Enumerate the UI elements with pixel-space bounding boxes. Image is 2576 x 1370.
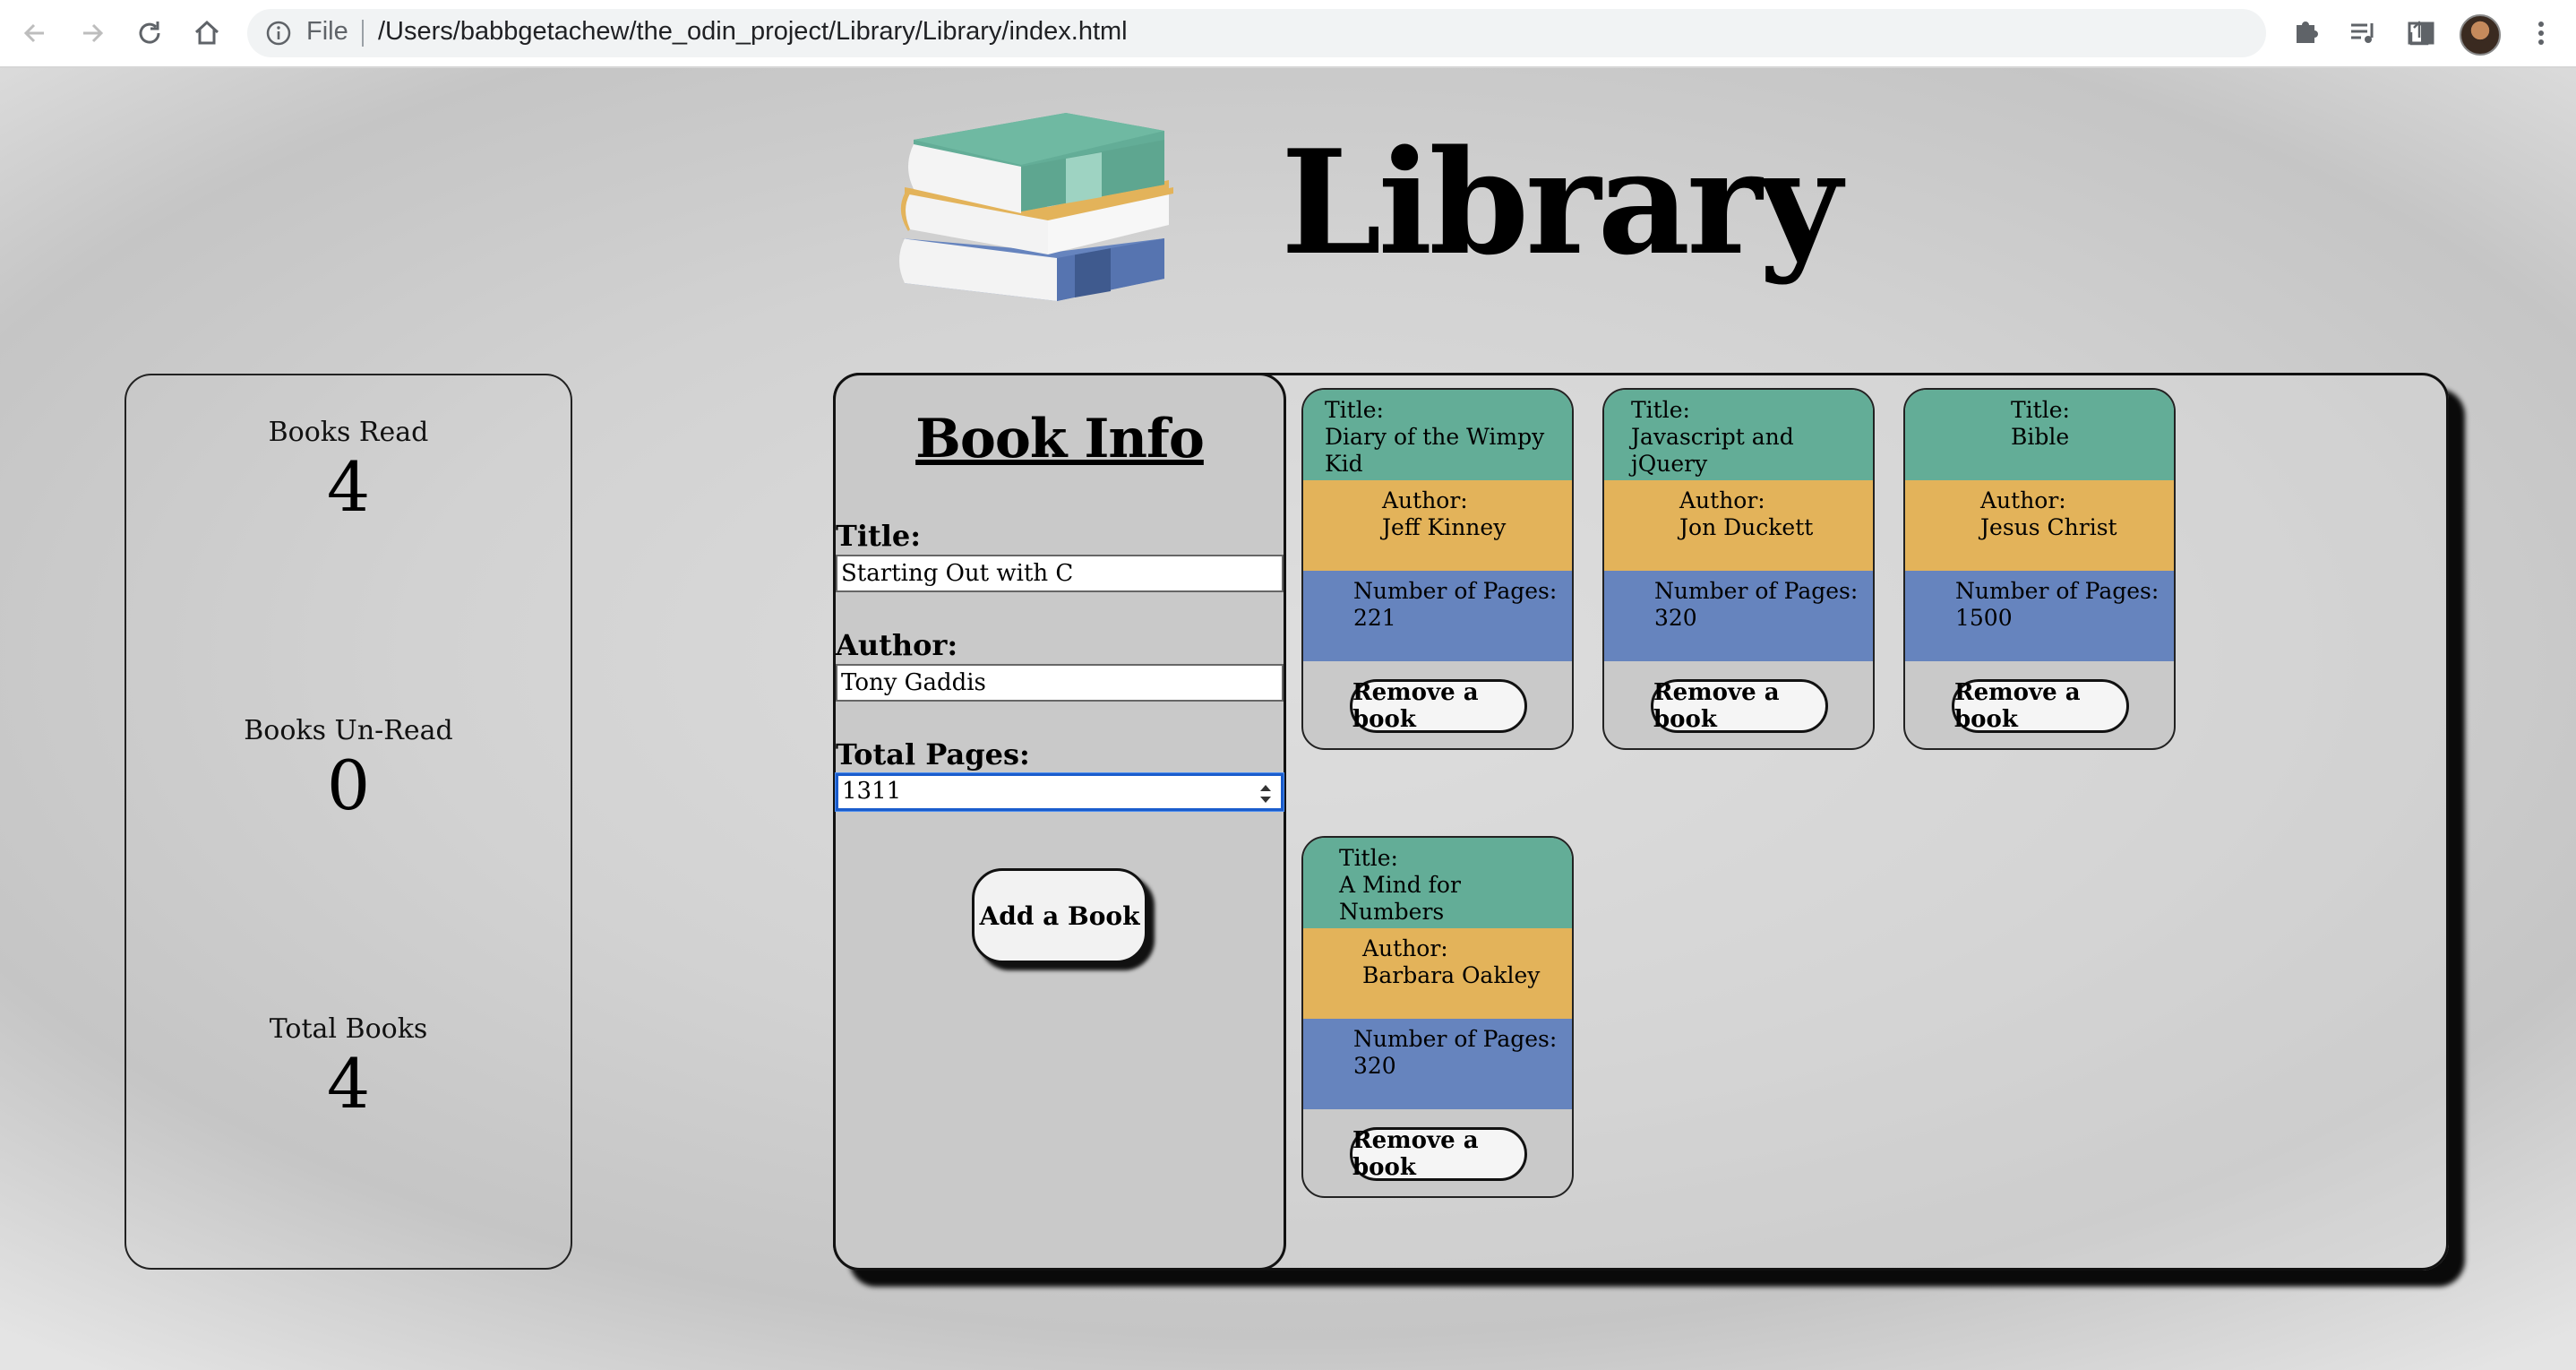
remove-book-button[interactable]: Remove a book (1350, 1127, 1527, 1181)
pages-input-value: 1311 (842, 778, 902, 805)
stat-label: Total Books (269, 1013, 428, 1045)
forward-icon[interactable] (72, 13, 113, 54)
stat-total-books: Total Books 4 (126, 1013, 571, 1118)
home-icon[interactable] (186, 13, 228, 54)
book-pages-label: Number of Pages: (1955, 578, 2160, 604)
book-author-label: Author: (1382, 487, 1468, 513)
menu-icon[interactable] (2526, 18, 2556, 48)
page-content: Library Books Read 4 Books Un-Read 0 Tot… (0, 68, 2576, 1370)
book-author-band: Author: Jeff Kinney (1303, 480, 1572, 571)
book-pages: 320 (1353, 1053, 1396, 1079)
remove-book-button[interactable]: Remove a book (1952, 679, 2129, 733)
book-author-band: Author: Barbara Oakley (1303, 928, 1572, 1019)
book-title: Bible (2011, 424, 2070, 450)
file-label: File (306, 17, 348, 46)
book-pages-band: Number of Pages: 320 (1604, 571, 1873, 661)
books-logo-icon (899, 113, 1173, 301)
browser-toolbar: File /Users/babbgetachew/the_odin_projec… (0, 0, 2576, 68)
book-card: Title: Bible Author: Jesus Christ Number o… (1903, 388, 2176, 750)
extensions-icon[interactable] (2291, 18, 2322, 48)
title-label: Title: (836, 519, 922, 553)
book-author: Jon Duckett (1679, 514, 1814, 540)
book-pages-band: Number of Pages: 320 (1303, 1019, 1572, 1109)
book-card: Title: A Mind for Numbers Author: Barbara … (1301, 836, 1574, 1198)
book-title: A Mind for Numbers (1339, 872, 1461, 925)
book-title-band: Title: A Mind for Numbers (1303, 838, 1572, 928)
page-title: Library (1281, 118, 1842, 287)
book-author: Jeff Kinney (1382, 514, 1507, 540)
reload-icon[interactable] (129, 13, 170, 54)
author-label: Author: (836, 628, 958, 662)
book-title-label: Title: (2011, 397, 2070, 423)
media-icon[interactable] (2348, 18, 2379, 48)
book-form: Book Info Title: Author: Total Pages: 13… (833, 373, 1286, 1271)
book-author-band: Author: Jon Duckett (1604, 480, 1873, 571)
book-title: Diary of the Wimpy Kid (1325, 424, 1545, 477)
stat-label: Books Un-Read (244, 715, 453, 746)
book-title: Javascript and jQuery (1631, 424, 1794, 477)
book-card: Title: Javascript and jQuery Author: Jon D… (1602, 388, 1875, 750)
book-author: Jesus Christ (1980, 514, 2117, 540)
book-author-label: Author: (1362, 935, 1448, 961)
author-input[interactable] (836, 664, 1284, 702)
library-panel: Book Info Title: Author: Total Pages: 13… (833, 373, 2449, 1271)
stats-panel: Books Read 4 Books Un-Read 0 Total Books… (125, 374, 572, 1270)
pages-label: Total Pages: (836, 737, 1030, 771)
book-pages-band: Number of Pages: 1500 (1905, 571, 2174, 661)
book-pages-label: Number of Pages: (1353, 1026, 1558, 1052)
info-icon[interactable] (265, 20, 292, 47)
back-icon[interactable] (14, 13, 56, 54)
book-title-label: Title: (1631, 397, 1690, 423)
url-text[interactable]: /Users/babbgetachew/the_odin_project/Lib… (378, 17, 1128, 47)
divider (362, 20, 364, 47)
book-pages: 221 (1353, 605, 1396, 631)
book-author-label: Author: (1980, 487, 2066, 513)
book-pages: 1500 (1955, 605, 2013, 631)
stat-books-read: Books Read 4 (126, 417, 571, 521)
form-heading: Book Info (915, 408, 1205, 470)
number-stepper-icon[interactable] (1258, 780, 1274, 807)
stat-value: 4 (326, 1044, 371, 1124)
book-pages-label: Number of Pages: (1654, 578, 1859, 604)
stat-value: 0 (326, 745, 371, 825)
remove-book-button[interactable]: Remove a book (1651, 679, 1828, 733)
book-author-band: Author: Jesus Christ (1905, 480, 2174, 571)
title-input[interactable] (836, 555, 1284, 592)
book-title-band: Title: Bible (1905, 390, 2174, 480)
pages-input[interactable]: 1311 (836, 773, 1284, 811)
stat-value: 4 (326, 447, 371, 527)
add-book-button[interactable]: Add a Book (972, 868, 1147, 963)
address-bar[interactable]: File /Users/babbgetachew/the_odin_projec… (247, 9, 2495, 57)
stat-books-unread: Books Un-Read 0 (126, 715, 571, 820)
book-pages: 320 (1654, 605, 1697, 631)
book-author-label: Author: (1679, 487, 1765, 513)
profile-avatar[interactable] (2460, 14, 2501, 56)
side-panel-icon[interactable] (2406, 18, 2436, 48)
book-card: Title: Diary of the Wimpy Kid Author: Jeff… (1301, 388, 1574, 750)
book-title-label: Title: (1325, 397, 1384, 423)
book-pages-label: Number of Pages: (1353, 578, 1558, 604)
book-title-band: Title: Diary of the Wimpy Kid (1303, 390, 1572, 480)
book-pages-band: Number of Pages: 221 (1303, 571, 1572, 661)
book-title-band: Title: Javascript and jQuery (1604, 390, 1873, 480)
book-author: Barbara Oakley (1362, 962, 1541, 988)
book-title-label: Title: (1339, 845, 1398, 871)
stat-label: Books Read (268, 417, 429, 448)
remove-book-button[interactable]: Remove a book (1350, 679, 1527, 733)
